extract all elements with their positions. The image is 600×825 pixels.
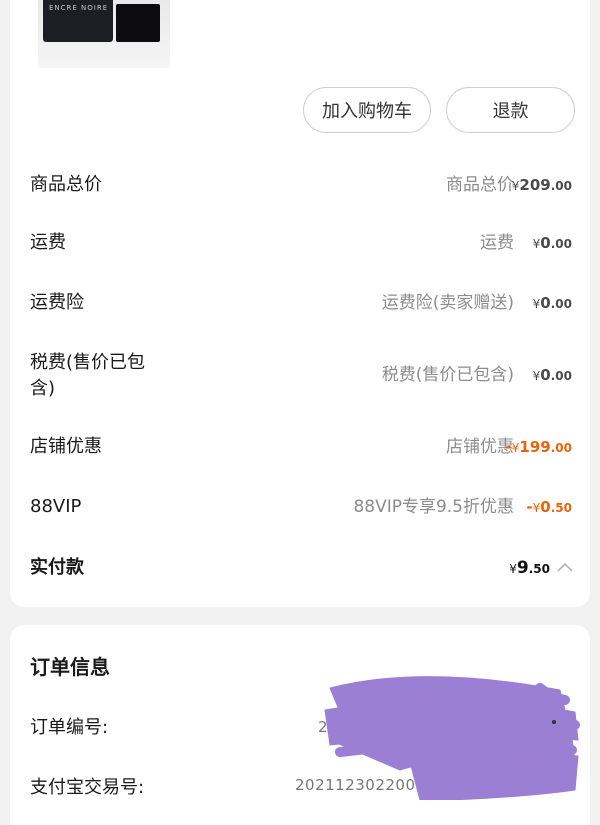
order-number-value[interactable]: 2 — [318, 718, 328, 736]
amount-integer: 0 — [540, 294, 551, 312]
refund-label: 退款 — [492, 101, 529, 122]
row-label: 税费(售价已包 含) — [30, 350, 145, 402]
price-row-shop-discount: 店铺优惠 店铺优惠 -¥199.00 — [0, 435, 600, 475]
row-amount: ¥209.00 — [512, 173, 572, 198]
row-label: 88VIP — [30, 496, 82, 517]
refund-button[interactable]: 退款 — [446, 87, 575, 133]
add-to-cart-button[interactable]: 加入购物车 — [303, 87, 431, 133]
row-desc: 店铺优惠 — [446, 437, 514, 457]
product-thumbnail[interactable]: ENCRE NOIRE — [38, 0, 170, 68]
price-row-shipping: 运费 运费 ¥0.00 — [0, 231, 600, 271]
amount-integer: 0 — [540, 366, 551, 384]
product-box-image — [116, 4, 160, 42]
row-label: 商品总价 — [30, 174, 102, 195]
price-row-goods-total: 商品总价 商品总价 ¥209.00 — [0, 173, 600, 213]
amount-integer: 209 — [519, 176, 551, 194]
price-row-88vip-discount: 88VIP 88VIP专享9.5折优惠 -¥0.50 — [0, 495, 600, 535]
row-label-line2: 含) — [30, 378, 56, 399]
amount-integer: 0 — [540, 234, 551, 252]
total-paid-amount: ¥9.50 — [509, 556, 550, 581]
amount-integer: 9 — [516, 558, 529, 578]
amount-integer: 0 — [540, 498, 551, 516]
row-desc: 税费(售价已包含) — [381, 365, 514, 385]
row-amount: ¥0.00 — [533, 231, 572, 256]
row-label-line1: 税费(售价已包 — [30, 352, 146, 373]
row-label: 运费 — [30, 232, 66, 253]
chevron-up-icon[interactable] — [556, 560, 574, 574]
currency-symbol: ¥ — [509, 562, 517, 576]
row-desc: 运费险(卖家赠送) — [381, 293, 514, 313]
total-paid-label: 实付款 — [30, 557, 84, 578]
amount-decimal: .50 — [550, 501, 572, 515]
product-bottle-image: ENCRE NOIRE — [43, 0, 113, 42]
alipay-trade-number-value[interactable]: 20211230220011 — [295, 776, 436, 794]
total-paid-row[interactable]: 实付款 ¥9.50 — [0, 556, 600, 596]
row-desc: 运费 — [480, 233, 514, 253]
order-number-label: 订单编号: — [30, 717, 109, 738]
row-label: 店铺优惠 — [30, 436, 102, 457]
amount-decimal: .50 — [528, 562, 550, 576]
row-amount: ¥0.00 — [533, 363, 572, 388]
amount-decimal: .00 — [550, 237, 572, 251]
amount-integer: 199 — [519, 438, 551, 456]
row-desc: 88VIP专享9.5折优惠 — [353, 497, 514, 517]
row-amount: -¥199.00 — [506, 435, 572, 460]
order-info-title: 订单信息 — [30, 655, 110, 679]
alipay-trade-number-label: 支付宝交易号: — [30, 777, 145, 798]
price-row-shipping-insurance: 运费险 运费险(卖家赠送) ¥0.00 — [0, 291, 600, 331]
row-desc: 商品总价 — [446, 175, 514, 195]
row-label: 运费险 — [30, 292, 84, 313]
amount-decimal: .00 — [550, 369, 572, 383]
row-amount: ¥0.00 — [533, 291, 572, 316]
amount-decimal: .00 — [550, 441, 572, 455]
price-row-tax: 税费(售价已包 含) 税费(售价已包含) ¥0.00 — [0, 350, 600, 402]
amount-decimal: .00 — [550, 179, 572, 193]
amount-decimal: .00 — [550, 297, 572, 311]
add-to-cart-label: 加入购物车 — [322, 101, 412, 122]
product-brand-text: ENCRE NOIRE — [49, 4, 109, 12]
row-amount: -¥0.50 — [526, 495, 572, 520]
